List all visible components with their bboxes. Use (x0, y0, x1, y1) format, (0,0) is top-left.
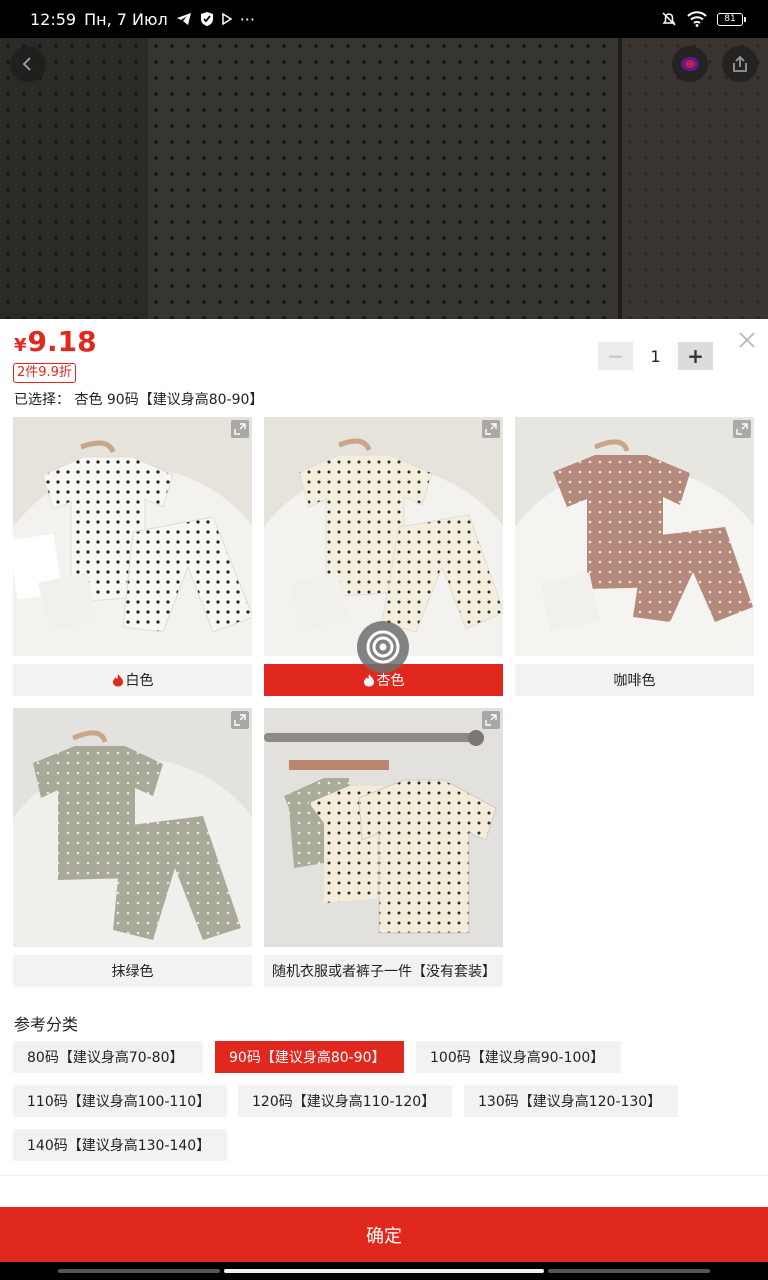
status-bar: 12:59 Пн, 7 Июл ··· 81 (0, 0, 768, 38)
back-button[interactable] (10, 46, 46, 82)
quantity-value[interactable]: 1 (633, 347, 678, 366)
color-label-text: 杏色 (376, 673, 405, 689)
date: Пн, 7 Июл (84, 9, 168, 29)
confirm-button[interactable]: 确定 (0, 1207, 768, 1262)
product-image[interactable] (264, 708, 503, 947)
selected-summary: 已选择： 杏色 90码【建议身高80-90】 (14, 392, 264, 408)
color-label[interactable]: 白色 (13, 664, 252, 696)
play-store-icon (221, 13, 232, 25)
price-value: 9.18 (27, 325, 97, 358)
decrease-quantity-button[interactable]: − (598, 342, 633, 370)
expand-icon[interactable] (482, 711, 500, 729)
color-options: 白色 杏色 咖啡色 抹绿色 随机衣服或者裤子一件【没有套装】 (13, 417, 755, 987)
close-icon (739, 332, 755, 348)
color-label[interactable]: 咖啡色 (515, 664, 754, 696)
brand-logo-icon (681, 57, 699, 71)
fire-icon (112, 674, 123, 687)
product-gallery-backdrop[interactable] (0, 38, 768, 319)
battery-icon: 81 (717, 12, 746, 26)
promo-badge: 2件9.9折 (13, 363, 76, 383)
divider (0, 1175, 768, 1176)
battery-level: 81 (717, 12, 743, 26)
share-icon (733, 55, 747, 72)
size-chip-110[interactable]: 110码【建议身高100-110】 (13, 1085, 227, 1117)
expand-icon[interactable] (733, 420, 751, 438)
size-chip-140[interactable]: 140码【建议身高130-140】 (13, 1129, 227, 1161)
color-option-random[interactable]: 随机衣服或者裤子一件【没有套装】 (264, 708, 503, 987)
size-chip-130[interactable]: 130码【建议身高120-130】 (464, 1085, 678, 1117)
product-image[interactable] (515, 417, 754, 656)
color-label-text: 咖啡色 (613, 673, 656, 689)
shield-check-icon (200, 11, 214, 27)
color-label[interactable]: 随机衣服或者裤子一件【没有套装】 (264, 955, 503, 987)
share-button[interactable] (722, 46, 758, 82)
more-notifications-icon: ··· (239, 9, 255, 29)
fire-icon (363, 674, 374, 687)
close-button[interactable] (736, 329, 758, 351)
price: ¥ 9.18 (14, 325, 97, 358)
mute-bell-icon (661, 11, 677, 27)
currency-symbol: ¥ (14, 335, 27, 356)
increase-quantity-button[interactable]: + (678, 342, 713, 370)
size-chip-120[interactable]: 120码【建议身高110-120】 (238, 1085, 452, 1117)
size-chip-80[interactable]: 80码【建议身高70-80】 (13, 1041, 203, 1073)
touch-indicator-icon (357, 621, 409, 673)
expand-icon[interactable] (482, 420, 500, 438)
color-label-text: 抹绿色 (111, 964, 154, 980)
color-label[interactable]: 抹绿色 (13, 955, 252, 987)
expand-icon[interactable] (231, 420, 249, 438)
color-label-text: 随机衣服或者裤子一件【没有套装】 (272, 964, 496, 980)
size-section-title: 参考分类 (14, 1015, 79, 1034)
product-image[interactable] (13, 708, 252, 947)
expand-icon[interactable] (231, 711, 249, 729)
color-option-coffee[interactable]: 咖啡色 (515, 417, 754, 696)
size-chip-100[interactable]: 100码【建议身高90-100】 (416, 1041, 621, 1073)
chevron-left-icon (22, 57, 31, 71)
telegram-icon (176, 12, 192, 26)
system-nav-bar (0, 1262, 768, 1280)
product-image[interactable] (13, 417, 252, 656)
size-chip-90[interactable]: 90码【建议身高80-90】 (215, 1041, 404, 1073)
quantity-stepper: − 1 + (598, 342, 713, 370)
sku-selector-sheet: ¥ 9.18 2件9.9折 已选择： 杏色 90码【建议身高80-90】 − 1… (0, 319, 768, 1207)
favorite-button[interactable] (672, 46, 708, 82)
clock: 12:59 (30, 9, 77, 29)
color-option-sage-green[interactable]: 抹绿色 (13, 708, 252, 987)
color-option-white[interactable]: 白色 (13, 417, 252, 696)
color-label-text: 白色 (125, 673, 154, 689)
home-gesture-handle[interactable] (224, 1269, 544, 1273)
wifi-icon (687, 11, 707, 27)
